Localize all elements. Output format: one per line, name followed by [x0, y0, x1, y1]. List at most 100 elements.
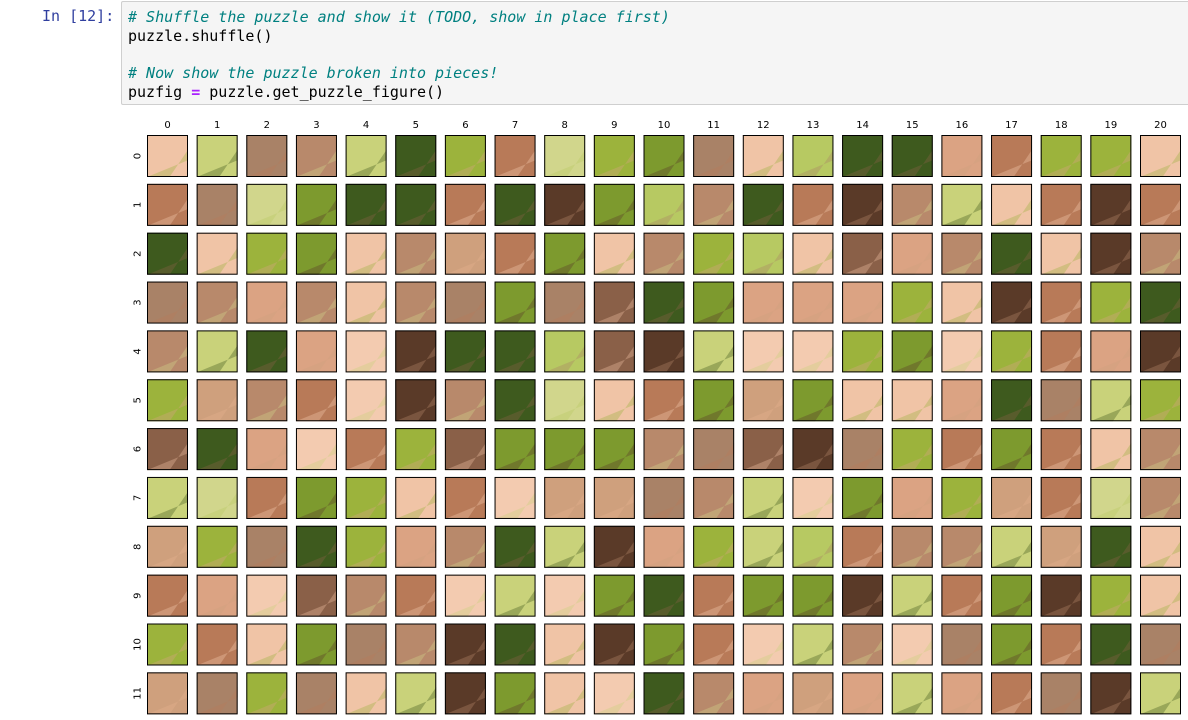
- code-cell-editor[interactable]: # Shuffle the puzzle and show it (TODO, …: [121, 1, 1188, 105]
- puzzle-piece: [345, 525, 387, 568]
- puzzle-piece: [1040, 379, 1082, 422]
- puzzle-piece: [544, 525, 586, 568]
- puzzle-piece: [1140, 330, 1181, 373]
- puzzle-piece: [1040, 525, 1082, 568]
- puzzle-piece: [345, 574, 387, 617]
- code-line-2: puzzle.shuffle(): [128, 27, 273, 45]
- puzzle-piece: [693, 135, 735, 177]
- puzzle-piece: [1040, 232, 1082, 275]
- puzzle-piece: [593, 428, 635, 471]
- puzzle-piece: [246, 281, 288, 324]
- puzzle-piece: [147, 135, 188, 177]
- puzzle-piece: [395, 525, 437, 568]
- row-tick-label: 4: [133, 348, 144, 354]
- puzzle-piece: [395, 428, 437, 471]
- puzzle-piece: [1140, 379, 1181, 422]
- puzzle-piece: [395, 330, 437, 373]
- puzzle-piece: [693, 281, 735, 324]
- column-tick-label: 18: [1055, 120, 1068, 131]
- puzzle-piece: [1090, 232, 1132, 275]
- puzzle-piece: [941, 330, 983, 373]
- row-tick-label: 9: [133, 592, 144, 598]
- puzzle-piece: [295, 525, 337, 568]
- puzzle-piece: [1090, 476, 1132, 519]
- column-tick-label: 12: [757, 120, 770, 131]
- puzzle-piece: [494, 672, 536, 715]
- column-tick-label: 4: [363, 120, 369, 131]
- column-tick-label: 16: [956, 120, 969, 131]
- puzzle-piece: [842, 623, 884, 666]
- puzzle-piece: [1090, 135, 1132, 177]
- puzzle-piece: [941, 183, 983, 226]
- puzzle-piece: [593, 476, 635, 519]
- puzzle-piece: [345, 672, 387, 715]
- puzzle-piece: [1140, 281, 1181, 324]
- puzzle-piece: [941, 623, 983, 666]
- puzzle-piece: [196, 428, 238, 471]
- puzzle-piece: [693, 574, 735, 617]
- puzzle-piece: [1090, 672, 1132, 715]
- output-area: 0 1 2 3 4 5 6 7 8 9 10 11 12 13 14 15 16 17 18 19 20 0 1 2 3 4 5 6 7…: [0, 106, 1188, 720]
- puzzle-piece: [792, 574, 834, 617]
- puzzle-piece: [246, 476, 288, 519]
- puzzle-piece: [196, 623, 238, 666]
- puzzle-piece: [643, 183, 685, 226]
- puzzle-piece: [891, 428, 933, 471]
- puzzle-piece: [891, 574, 933, 617]
- puzzle-piece: [891, 672, 933, 715]
- puzzle-piece: [395, 183, 437, 226]
- code-token-operator: =: [191, 83, 201, 101]
- puzzle-piece: [295, 330, 337, 373]
- puzzle-piece: [345, 135, 387, 177]
- puzzle-piece: [891, 525, 933, 568]
- puzzle-piece: [494, 379, 536, 422]
- puzzle-piece: [991, 672, 1033, 715]
- column-tick-label: 17: [1005, 120, 1018, 131]
- puzzle-piece: [444, 476, 486, 519]
- puzzle-piece: [494, 574, 536, 617]
- puzzle-piece: [991, 428, 1033, 471]
- puzzle-piece: [147, 330, 188, 373]
- puzzle-piece: [444, 525, 486, 568]
- puzzle-piece: [544, 330, 586, 373]
- puzzle-piece: [792, 476, 834, 519]
- puzzle-piece: [792, 135, 834, 177]
- row-tick-label: 0: [133, 153, 144, 159]
- puzzle-piece: [395, 476, 437, 519]
- row-tick-label: 3: [133, 299, 144, 305]
- column-tick-label: 3: [313, 120, 319, 131]
- row-tick-label: 7: [133, 495, 144, 501]
- puzzle-piece: [395, 281, 437, 324]
- puzzle-piece: [544, 623, 586, 666]
- puzzle-piece: [1040, 623, 1082, 666]
- puzzle-piece: [742, 379, 784, 422]
- puzzle-piece: [643, 232, 685, 275]
- puzzle-piece: [246, 672, 288, 715]
- puzzle-piece: [742, 183, 784, 226]
- puzzle-piece: [494, 476, 536, 519]
- puzzle-piece: [494, 183, 536, 226]
- puzzle-piece: [991, 135, 1033, 177]
- puzzle-piece: [792, 232, 834, 275]
- puzzle-piece: [544, 232, 586, 275]
- puzzle-piece: [941, 476, 983, 519]
- puzzle-piece: [742, 281, 784, 324]
- puzzle-piece: [1140, 183, 1181, 226]
- puzzle-piece: [593, 379, 635, 422]
- puzzle-piece: [842, 183, 884, 226]
- puzzle-piece: [941, 232, 983, 275]
- puzzle-piece: [345, 232, 387, 275]
- puzzle-piece: [395, 623, 437, 666]
- puzzle-piece: [345, 623, 387, 666]
- puzzle-piece: [246, 623, 288, 666]
- puzzle-piece: [891, 330, 933, 373]
- puzzle-piece: [643, 428, 685, 471]
- puzzle-piece: [1090, 525, 1132, 568]
- puzzle-piece: [991, 476, 1033, 519]
- puzzle-piece: [693, 330, 735, 373]
- puzzle-piece: [842, 135, 884, 177]
- puzzle-piece: [1140, 232, 1181, 275]
- puzzle-piece: [643, 135, 685, 177]
- column-tick-label: 15: [906, 120, 919, 131]
- puzzle-piece: [1040, 135, 1082, 177]
